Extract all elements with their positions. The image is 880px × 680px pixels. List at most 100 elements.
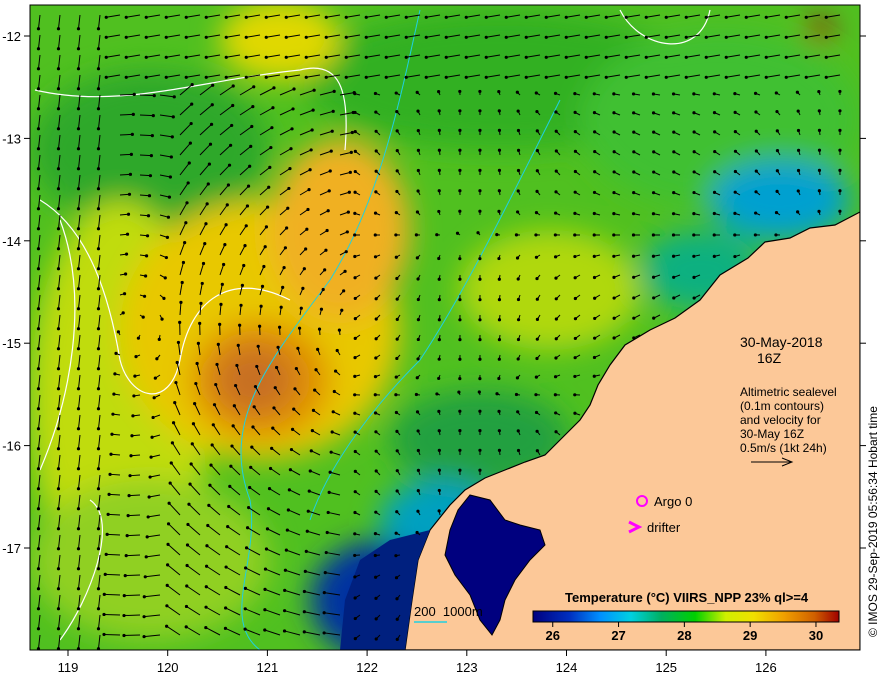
velocity-arrow-head xyxy=(364,55,368,59)
velocity-arrow-head xyxy=(96,167,101,171)
velocity-arrow-head xyxy=(189,462,193,466)
velocity-arrow-head xyxy=(249,465,253,469)
velocity-arrow-head xyxy=(437,338,441,342)
velocity-arrow-head xyxy=(167,195,172,199)
velocity-arrow-head xyxy=(253,385,258,389)
velocity-arrow-head xyxy=(353,616,357,621)
velocity-arrow-head xyxy=(437,209,441,214)
velocity-arrow-head xyxy=(289,447,294,452)
velocity-arrow-head xyxy=(164,35,168,39)
velocity-arrow xyxy=(123,614,141,617)
velocity-arrow-head xyxy=(179,300,183,305)
velocity-arrow-head xyxy=(223,626,228,630)
velocity-arrow-head xyxy=(263,628,267,632)
velocity-arrow-head xyxy=(353,336,357,340)
velocity-arrow-head xyxy=(416,489,420,493)
velocity-arrow-head xyxy=(293,387,297,391)
velocity-arrow-head xyxy=(292,87,296,91)
velocity-arrow-head xyxy=(96,567,101,571)
velocity-arrow-head xyxy=(281,285,285,289)
velocity-arrow-head xyxy=(324,35,328,39)
velocity-arrow-head xyxy=(305,529,309,533)
velocity-arrow xyxy=(139,114,154,117)
velocity-arrow-head xyxy=(36,527,41,531)
velocity-arrow-head xyxy=(817,128,822,132)
velocity-arrow-head xyxy=(497,448,502,452)
velocity-arrow-head xyxy=(287,186,291,191)
velocity-arrow-head xyxy=(415,256,419,260)
velocity-arrow-head xyxy=(168,175,172,179)
velocity-arrow-head xyxy=(264,15,268,19)
velocity-arrow xyxy=(139,134,153,137)
velocity-arrow-head xyxy=(36,127,41,131)
velocity-arrow-head xyxy=(353,532,357,536)
velocity-arrow-head xyxy=(817,89,821,94)
velocity-arrow-head xyxy=(124,55,128,59)
velocity-arrow-head xyxy=(324,550,328,555)
velocity-arrow-head xyxy=(322,611,326,615)
velocity-arrow-head xyxy=(207,503,211,507)
velocity-arrow-head xyxy=(404,55,408,59)
velocity-arrow-head xyxy=(733,149,738,153)
velocity-arrow-head xyxy=(279,305,283,309)
velocity-arrow-head xyxy=(573,169,577,174)
velocity-arrow-head xyxy=(592,211,596,216)
velocity-arrow-head xyxy=(374,190,378,194)
velocity-arrow-head xyxy=(248,164,252,168)
x-tick-label: 121 xyxy=(257,660,279,675)
velocity-arrow-head xyxy=(180,280,184,285)
velocity-arrow-head xyxy=(416,468,421,472)
velocity-arrow-head xyxy=(258,324,262,328)
velocity-arrow-head xyxy=(416,297,420,302)
velocity-arrow-head xyxy=(632,296,636,300)
velocity-arrow-head xyxy=(209,463,213,467)
velocity-arrow-head xyxy=(344,75,348,79)
note-line: Altimetric sealevel xyxy=(740,385,837,399)
velocity-arrow-head xyxy=(319,307,324,311)
velocity-arrow-head xyxy=(754,129,758,133)
velocity-arrow-head xyxy=(754,149,758,153)
velocity-arrow-head xyxy=(56,487,61,491)
velocity-arrow-head xyxy=(151,415,155,420)
colorbar xyxy=(532,610,840,623)
velocity-arrow-head xyxy=(394,375,398,379)
velocity-arrow-head xyxy=(134,354,138,359)
velocity-arrow-head xyxy=(458,209,462,213)
velocity-arrow-head xyxy=(96,87,101,91)
velocity-arrow-head xyxy=(764,15,768,19)
velocity-arrow-head xyxy=(414,392,419,397)
velocity-arrow-head xyxy=(216,342,220,346)
velocity-arrow-head xyxy=(478,409,482,413)
velocity-arrow-head xyxy=(219,302,223,306)
velocity-arrow-head xyxy=(573,233,577,237)
velocity-arrow-head xyxy=(651,191,656,195)
velocity-arrow-head xyxy=(205,544,209,548)
velocity-arrow xyxy=(103,633,121,636)
velocity-arrow-head xyxy=(592,355,597,360)
velocity-arrow-head xyxy=(733,129,737,134)
velocity-arrow-head xyxy=(204,585,208,589)
velocity-arrow-head xyxy=(804,55,808,59)
velocity-arrow-head xyxy=(464,55,468,59)
velocity-arrow-head xyxy=(753,233,757,237)
velocity-arrow-head xyxy=(227,504,231,509)
velocity-arrow-head xyxy=(76,287,81,291)
velocity-arrow-head xyxy=(309,449,313,453)
velocity-arrow-head xyxy=(327,490,331,494)
note-line: and velocity for xyxy=(740,413,821,427)
velocity-arrow-head xyxy=(304,549,308,553)
velocity-arrow-head xyxy=(36,327,41,331)
velocity-arrow-head xyxy=(652,170,656,174)
velocity-arrow-head xyxy=(141,315,145,319)
velocity-arrow-head xyxy=(764,55,768,59)
velocity-arrow-head xyxy=(353,211,357,215)
velocity-arrow-head xyxy=(416,509,420,513)
velocity-arrow-head xyxy=(76,27,81,31)
velocity-arrow-head xyxy=(208,142,213,146)
velocity-arrow-head xyxy=(272,406,276,410)
velocity-arrow-head xyxy=(395,189,399,194)
velocity-arrow-head xyxy=(824,75,828,79)
velocity-arrow-head xyxy=(211,423,215,427)
velocity-arrow-head xyxy=(264,225,269,229)
velocity-arrow-head xyxy=(484,55,488,59)
